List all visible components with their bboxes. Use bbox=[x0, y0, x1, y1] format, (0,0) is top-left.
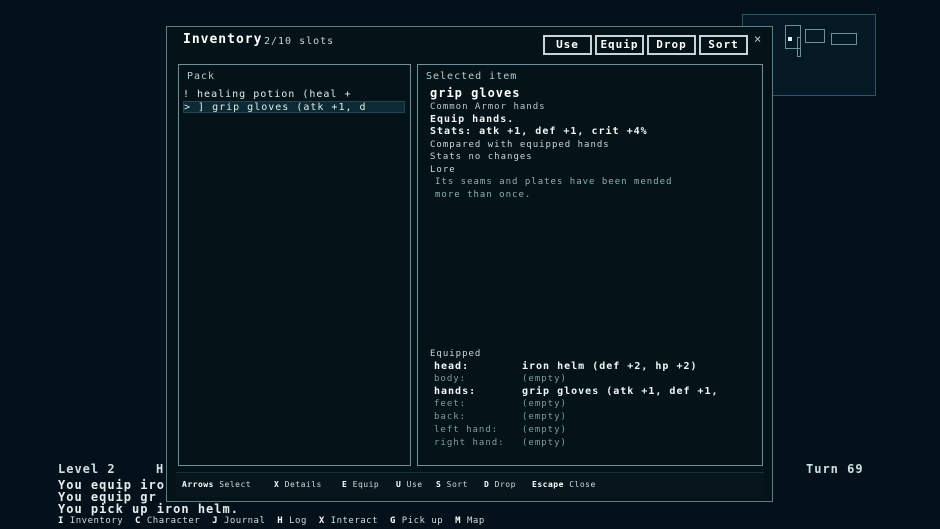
pack-panel: Pack ! healing potion (heal + > ] grip g… bbox=[178, 64, 411, 466]
compare-value: Stats no changes bbox=[430, 152, 533, 162]
hotkey-map[interactable]: M Map bbox=[455, 516, 485, 526]
hotkey-journal[interactable]: J Journal bbox=[212, 516, 265, 526]
item-meta: Common Armor hands bbox=[430, 102, 546, 112]
hotkey-bar: I Inventory C Character J Journal H Log … bbox=[58, 516, 491, 526]
use-button[interactable]: Use bbox=[543, 35, 592, 55]
modal-title: Inventory bbox=[183, 32, 263, 47]
hint-sort: S Sort bbox=[436, 480, 468, 489]
drop-button[interactable]: Drop bbox=[647, 35, 696, 55]
item-stats: Stats: atk +1, def +1, crit +4% bbox=[430, 126, 648, 137]
hint-use: U Use bbox=[396, 480, 423, 489]
game-screen: Level 2 H Turn 69 You equip iro You equi… bbox=[0, 0, 940, 529]
compare-label: Compared with equipped hands bbox=[430, 140, 610, 150]
hint-equip: E Equip bbox=[342, 480, 380, 489]
equip-slot-feet: feet: (empty) bbox=[434, 399, 567, 409]
minimap-player-marker bbox=[788, 37, 792, 41]
hint-details: X Details bbox=[274, 480, 322, 489]
log-line: You pick up iron helm. bbox=[58, 502, 239, 516]
hud-level: Level 2 bbox=[58, 462, 116, 476]
hint-drop: D Drop bbox=[484, 480, 516, 489]
lore-text: Its seams and plates have been mended bbox=[435, 177, 673, 187]
minimap-corridor bbox=[797, 37, 801, 57]
close-icon[interactable]: × bbox=[754, 32, 761, 46]
pack-label: Pack bbox=[187, 71, 216, 82]
equip-button[interactable]: Equip bbox=[595, 35, 644, 55]
hint-close: Escape Close bbox=[532, 480, 596, 489]
inventory-modal: Inventory 2/10 slots Use Equip Drop Sort… bbox=[166, 26, 773, 502]
item-description: Equip hands. bbox=[430, 114, 515, 125]
hotkey-interact[interactable]: X Interact bbox=[319, 516, 378, 526]
hotkey-log[interactable]: H Log bbox=[277, 516, 307, 526]
hotkey-character[interactable]: C Character bbox=[135, 516, 200, 526]
item-name: grip gloves bbox=[430, 86, 521, 100]
hud-turn: Turn 69 bbox=[806, 462, 864, 476]
sort-button[interactable]: Sort bbox=[699, 35, 748, 55]
selected-item-label: Selected item bbox=[426, 71, 518, 82]
pack-item[interactable]: ! healing potion (heal + bbox=[183, 89, 405, 101]
equipped-label: Equipped bbox=[430, 349, 482, 359]
equip-slot-right-hand: right hand: (empty) bbox=[434, 438, 567, 448]
hint-select: Arrows Select bbox=[182, 480, 252, 489]
hotkey-pick-up[interactable]: G Pick up bbox=[390, 516, 443, 526]
minimap-room bbox=[831, 33, 857, 45]
equip-slot-back: back: (empty) bbox=[434, 412, 567, 422]
lore-label: Lore bbox=[430, 165, 456, 175]
equip-slot-hands: hands: grip gloves (atk +1, def +1, bbox=[434, 386, 719, 397]
hud-hp-label: H bbox=[156, 462, 165, 476]
lore-text: more than once. bbox=[435, 190, 532, 200]
selected-item-panel: Selected item grip gloves Common Armor h… bbox=[417, 64, 763, 466]
equip-slot-left-hand: left hand: (empty) bbox=[434, 425, 567, 435]
modal-footer: Arrows Select X Details E Equip U Use S … bbox=[176, 472, 764, 497]
hotkey-inventory[interactable]: I Inventory bbox=[58, 516, 123, 526]
pack-item-selected[interactable]: > ] grip gloves (atk +1, d bbox=[183, 101, 405, 113]
equip-slot-head: head: iron helm (def +2, hp +2) bbox=[434, 361, 698, 372]
equip-slot-body: body: (empty) bbox=[434, 374, 567, 384]
slot-count: 2/10 slots bbox=[264, 36, 335, 47]
minimap-room bbox=[805, 29, 825, 43]
